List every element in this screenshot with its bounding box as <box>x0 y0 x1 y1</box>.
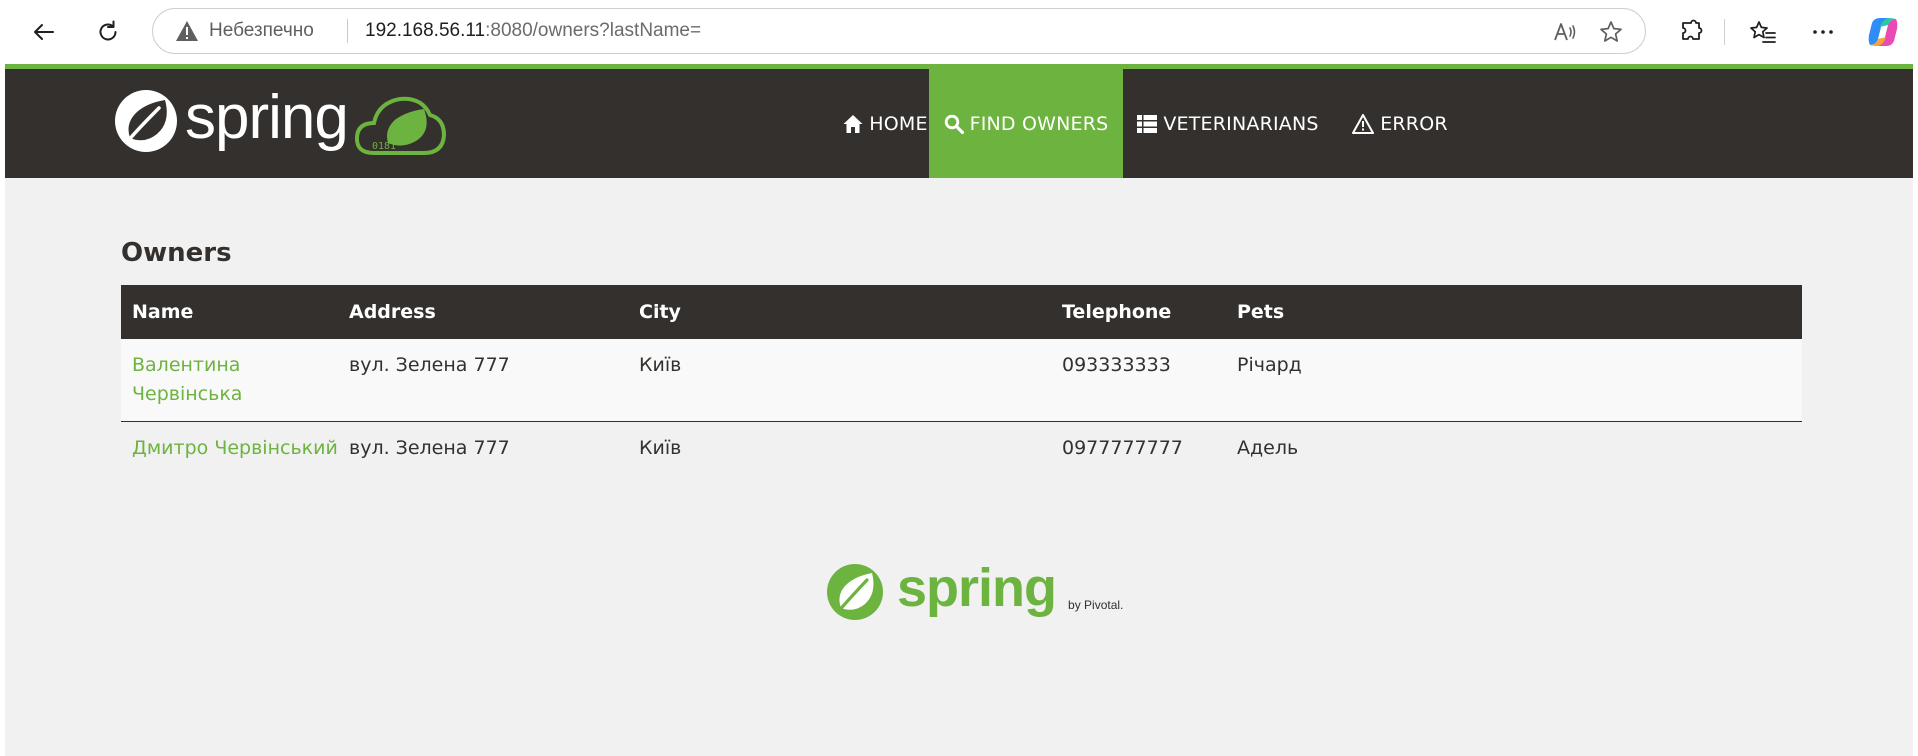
copilot-button[interactable] <box>1863 12 1903 52</box>
spring-logo[interactable]: spring 0181 <box>113 82 448 157</box>
read-aloud-button[interactable] <box>1551 17 1581 47</box>
warning-icon <box>176 21 198 41</box>
back-icon <box>34 24 54 40</box>
more-button[interactable] <box>1803 12 1843 52</box>
spring-wordmark: spring <box>185 82 349 152</box>
owner-telephone-cell: 0977777777 <box>1051 421 1226 475</box>
nav-home-label: HOME <box>869 112 928 135</box>
nav-find-owners-label: FIND OWNERS <box>969 112 1109 135</box>
extensions-icon <box>1682 19 1703 40</box>
warning-icon <box>1352 113 1375 134</box>
refresh-icon <box>99 20 117 41</box>
url-host: 192.168.56.11 <box>365 20 486 41</box>
owner-city-cell: Київ <box>628 421 1051 475</box>
navbar: spring 0181 HOME FIND OWNERS VETERINARIA… <box>5 69 1913 178</box>
footer-spring-wordmark: spring <box>897 558 1057 618</box>
column-header-telephone: Telephone <box>1051 285 1226 339</box>
spring-leaf-icon <box>115 90 177 152</box>
toolbar-divider <box>1724 19 1725 45</box>
favorites-button[interactable] <box>1743 12 1783 52</box>
favorites-icon <box>1750 21 1776 43</box>
browser-toolbar: Небезпечно 192.168.56.11:8080/owners?las… <box>0 0 1918 64</box>
more-icon <box>1813 30 1833 34</box>
owner-name-cell: Дмитро Червінський <box>121 421 338 475</box>
owner-pets-cell: Адель <box>1226 421 1802 475</box>
search-icon <box>944 114 964 134</box>
back-button[interactable] <box>24 12 64 52</box>
security-label: Небезпечно <box>209 20 314 41</box>
owners-table: Name Address City Telephone Pets Валенти… <box>121 285 1802 475</box>
nav-veterinarians-label: VETERINARIANS <box>1163 112 1319 135</box>
nav-veterinarians[interactable]: VETERINARIANS <box>1123 69 1333 178</box>
copilot-icon <box>1868 18 1898 46</box>
refresh-button[interactable] <box>88 12 128 52</box>
security-indicator[interactable]: Небезпечно <box>175 19 314 43</box>
footer-logo: spring by Pivotal. <box>825 558 1124 624</box>
column-header-name: Name <box>121 285 338 339</box>
owner-name-link[interactable]: Дмитро Червінський <box>132 437 338 459</box>
nav-error-label: ERROR <box>1380 112 1448 135</box>
home-icon <box>843 114 863 133</box>
owner-address-cell: вул. Зелена 777 <box>338 421 628 475</box>
owner-name-cell: Валентина Червінська <box>121 339 338 422</box>
favorite-star-icon <box>1600 21 1622 42</box>
url-path: :8080/owners?lastName= <box>485 20 702 41</box>
extensions-button[interactable] <box>1671 12 1711 52</box>
owner-pets-cell: Річард <box>1226 339 1802 422</box>
nav-error[interactable]: ERROR <box>1335 69 1465 178</box>
owner-telephone-cell: 093333333 <box>1051 339 1226 422</box>
spring-cloud-icon: 0181 <box>354 96 446 155</box>
owner-address-cell: вул. Зелена 777 <box>338 339 628 422</box>
page-viewport: spring 0181 HOME FIND OWNERS VETERINARIA… <box>5 64 1913 756</box>
table-header-row: Name Address City Telephone Pets <box>121 285 1802 339</box>
column-header-pets: Pets <box>1226 285 1802 339</box>
table-row: Дмитро Червінський вул. Зелена 777 Київ … <box>121 421 1802 475</box>
list-icon <box>1137 114 1158 133</box>
url-text[interactable]: 192.168.56.11:8080/owners?lastName= <box>365 19 701 43</box>
nav-find-owners[interactable]: FIND OWNERS <box>929 69 1123 178</box>
favorite-button[interactable] <box>1596 17 1626 47</box>
table-row: Валентина Червінська вул. Зелена 777 Киї… <box>121 339 1802 422</box>
footer-byline: by Pivotal. <box>1068 598 1124 612</box>
page-title: Owners <box>121 238 232 268</box>
owner-name-link[interactable]: Валентина Червінська <box>132 354 242 405</box>
address-divider <box>347 19 348 43</box>
svg-text:0181: 0181 <box>372 141 396 152</box>
owner-city-cell: Київ <box>628 339 1051 422</box>
column-header-city: City <box>628 285 1051 339</box>
column-header-address: Address <box>338 285 628 339</box>
spring-leaf-icon <box>827 564 883 620</box>
address-bar[interactable]: Небезпечно 192.168.56.11:8080/owners?las… <box>152 8 1646 54</box>
read-aloud-icon <box>1554 23 1576 41</box>
